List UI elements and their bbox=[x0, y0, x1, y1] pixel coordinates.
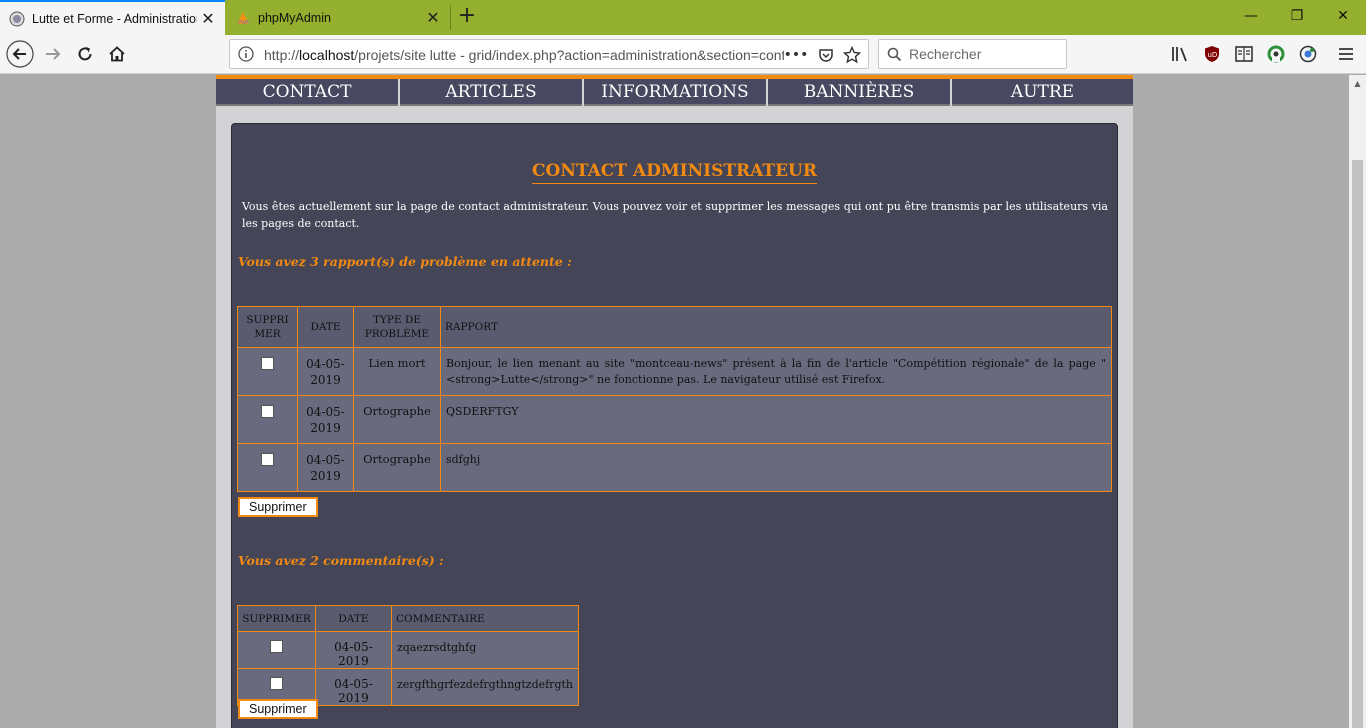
url-prefix: http:// bbox=[264, 47, 300, 63]
admin-menu: CONTACT ARTICLES INFORMATIONS BANNIÈRES … bbox=[216, 79, 1133, 106]
url-path: /projets/site lutte - grid/index.php?act… bbox=[354, 47, 784, 63]
reader-view-icon[interactable] bbox=[1234, 44, 1254, 64]
contact-admin-panel: CONTACT ADMINISTRATEUR Vous êtes actuell… bbox=[231, 123, 1118, 728]
report-type: Lien mort bbox=[353, 347, 441, 396]
comment-date: 04-05-2019 bbox=[314, 631, 392, 669]
delete-checkbox[interactable] bbox=[269, 677, 283, 690]
report-type: Ortographe bbox=[353, 443, 441, 492]
forward-button[interactable] bbox=[38, 39, 68, 69]
site-favicon-icon bbox=[9, 11, 25, 26]
table-row: 04-05-2019 Ortographe sdfghj bbox=[237, 443, 1112, 492]
page-title: CONTACT ADMINISTRATEUR bbox=[232, 146, 1117, 184]
phpmyadmin-favicon-icon: PMA bbox=[237, 11, 250, 26]
svg-text:PMA: PMA bbox=[238, 20, 250, 26]
bookmark-star-icon[interactable] bbox=[842, 45, 862, 65]
sync-extension-icon[interactable] bbox=[1266, 44, 1286, 64]
menu-item-contact[interactable]: CONTACT bbox=[216, 79, 398, 106]
report-date: 04-05-2019 bbox=[297, 443, 354, 492]
svg-text:uD: uD bbox=[1208, 51, 1218, 59]
comment-text: zqaezrsdtghfg bbox=[390, 631, 580, 669]
menu-item-bannieres[interactable]: BANNIÈRES bbox=[768, 79, 950, 106]
search-box[interactable] bbox=[878, 39, 1067, 69]
minimize-icon[interactable]: — bbox=[1228, 0, 1274, 32]
close-tab-icon[interactable]: ✕ bbox=[197, 9, 219, 29]
pocket-icon[interactable] bbox=[816, 45, 836, 65]
report-date: 04-05-2019 bbox=[297, 395, 354, 444]
page-viewport: CONTACT ARTICLES INFORMATIONS BANNIÈRES … bbox=[0, 75, 1349, 728]
navigation-toolbar: http://localhost/projets/site lutte - gr… bbox=[0, 35, 1366, 74]
menu-item-autre[interactable]: AUTRE bbox=[952, 79, 1133, 106]
url-text[interactable]: http://localhost/projets/site lutte - gr… bbox=[264, 47, 784, 63]
page-actions-icon[interactable]: ••• bbox=[784, 45, 809, 65]
delete-reports-button[interactable]: Supprimer bbox=[238, 497, 318, 517]
delete-checkbox[interactable] bbox=[261, 405, 274, 418]
delete-checkbox[interactable] bbox=[269, 640, 283, 653]
reload-icon bbox=[78, 47, 92, 61]
comments-table: SUPPRIMER DATE COMMENTAIRE 04-05-2019 zq… bbox=[237, 605, 580, 706]
back-arrow-icon bbox=[6, 40, 34, 68]
scrollbar-thumb[interactable] bbox=[1352, 160, 1363, 728]
site-container: CONTACT ARTICLES INFORMATIONS BANNIÈRES … bbox=[216, 75, 1133, 728]
tab-title: Lutte et Forme - Administration bbox=[32, 11, 197, 26]
delete-cell bbox=[237, 347, 298, 396]
column-header-date: DATE bbox=[297, 306, 354, 348]
tab-separator bbox=[450, 5, 451, 30]
menu-item-articles[interactable]: ARTICLES bbox=[400, 79, 582, 106]
comment-date: 04-05-2019 bbox=[314, 668, 392, 706]
table-row: 04-05-2019 Lien mort Bonjour, le lien me… bbox=[237, 347, 1112, 396]
tab-strip: Lutte et Forme - Administration ✕ PMA ph… bbox=[0, 0, 1366, 35]
report-text: QSDERFTGY bbox=[440, 395, 1112, 444]
table-row: 04-05-2019 zqaezrsdtghfg bbox=[237, 631, 580, 669]
home-button[interactable] bbox=[102, 39, 132, 69]
forward-arrow-icon bbox=[46, 48, 61, 60]
search-icon bbox=[887, 47, 902, 62]
vertical-scrollbar[interactable]: ▲ bbox=[1349, 75, 1366, 728]
table-row: 04-05-2019 Ortographe QSDERFTGY bbox=[237, 395, 1112, 444]
column-header-supprimer: SUPPRI MER bbox=[237, 306, 298, 348]
comments-heading: Vous avez 2 commentaire(s) : bbox=[238, 553, 444, 568]
column-header-supprimer: SUPPRIMER bbox=[237, 605, 316, 632]
delete-comments-button[interactable]: Supprimer bbox=[238, 699, 318, 719]
close-window-icon[interactable]: ✕ bbox=[1320, 0, 1366, 32]
column-header-commentaire: COMMENTAIRE bbox=[390, 605, 580, 632]
close-tab-icon[interactable]: ✕ bbox=[422, 8, 444, 28]
menu-item-informations[interactable]: INFORMATIONS bbox=[584, 79, 766, 106]
delete-checkbox[interactable] bbox=[261, 357, 274, 370]
reports-table: SUPPRI MER DATE TYPE DE PROBLÈME RAPPORT… bbox=[237, 306, 1112, 492]
extension-icon[interactable] bbox=[1298, 44, 1318, 64]
ublock-origin-icon[interactable]: uD bbox=[1202, 44, 1222, 64]
column-header-type: TYPE DE PROBLÈME bbox=[353, 306, 441, 348]
tab-lutte-et-forme[interactable]: Lutte et Forme - Administration ✕ bbox=[0, 0, 225, 35]
comment-text: zergfthgrfezdefrgthngtzdefrgth bbox=[390, 668, 580, 706]
tab-title: phpMyAdmin bbox=[258, 10, 331, 25]
delete-cell bbox=[237, 443, 298, 492]
search-input[interactable] bbox=[909, 45, 1059, 63]
reports-heading: Vous avez 3 rapport(s) de problème en at… bbox=[238, 254, 572, 269]
menu-hamburger-icon[interactable] bbox=[1336, 44, 1356, 64]
report-date: 04-05-2019 bbox=[297, 347, 354, 396]
home-icon bbox=[109, 46, 125, 62]
address-bar[interactable]: http://localhost/projets/site lutte - gr… bbox=[229, 39, 869, 69]
column-header-rapport: RAPPORT bbox=[440, 306, 1112, 348]
report-text: Bonjour, le lien menant au site "montcea… bbox=[440, 347, 1112, 396]
report-type: Ortographe bbox=[353, 395, 441, 444]
delete-cell bbox=[237, 395, 298, 444]
column-header-date: DATE bbox=[314, 605, 392, 632]
url-host: localhost bbox=[299, 47, 355, 63]
scroll-up-icon[interactable]: ▲ bbox=[1349, 75, 1366, 92]
library-icon[interactable] bbox=[1170, 44, 1190, 64]
back-button[interactable] bbox=[5, 39, 35, 69]
tab-phpmyadmin[interactable]: PMA phpMyAdmin ✕ bbox=[226, 0, 450, 35]
new-tab-icon[interactable]: + bbox=[455, 4, 479, 30]
restore-icon[interactable]: ❐ bbox=[1274, 0, 1320, 32]
reload-button[interactable] bbox=[70, 39, 100, 69]
delete-cell bbox=[237, 631, 316, 669]
report-text: sdfghj bbox=[440, 443, 1112, 492]
intro-paragraph: Vous êtes actuellement sur la page de co… bbox=[242, 200, 1108, 230]
page-info-icon[interactable] bbox=[238, 46, 254, 62]
page-title-text: CONTACT ADMINISTRATEUR bbox=[532, 161, 817, 184]
delete-checkbox[interactable] bbox=[261, 453, 274, 466]
